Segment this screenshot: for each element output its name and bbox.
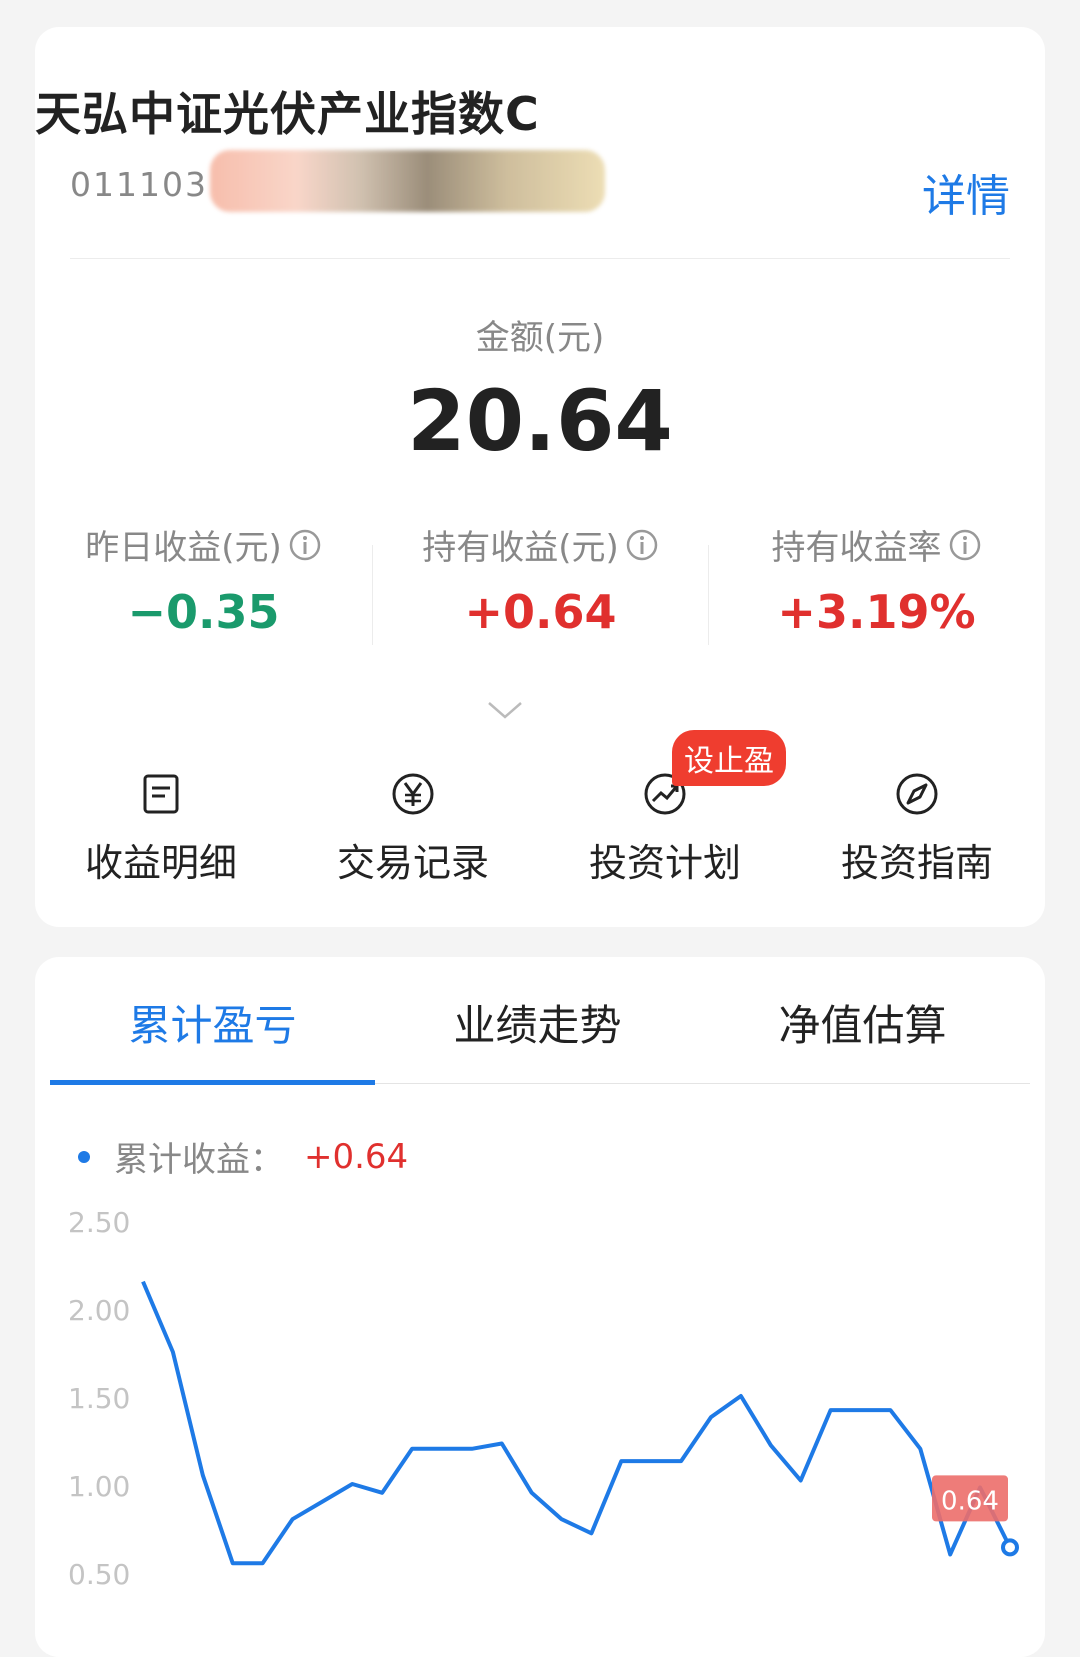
action-invest-guide[interactable]: 投资指南 [817,770,1017,887]
tab-cumulative-pnl[interactable]: 累计盈亏 [50,992,375,1053]
action-label: 交易记录 [336,841,489,885]
info-icon[interactable] [288,528,322,562]
cumulative-pnl-chart[interactable]: 2.50 2.00 1.50 1.00 0.50 0.64 [0,1180,1080,1620]
header-divider [70,258,1010,259]
active-tab-indicator [50,1080,375,1085]
fund-name: 天弘中证光伏产业指数C [35,87,540,141]
legend-label: 累计收益： [114,1140,284,1180]
legend-dot-icon [78,1150,90,1163]
series-line [141,1280,1012,1566]
take-profit-badge[interactable]: 设止盈 [672,730,786,786]
detail-link[interactable]: 详情 [922,160,1010,224]
value-tooltip-label: 0.64 [941,1486,999,1516]
action-label: 投资计划 [588,841,741,885]
tab-nav-estimate[interactable]: 净值估算 [700,992,1025,1053]
end-marker: 0.64 [932,1475,1019,1557]
tab-performance[interactable]: 业绩走势 [375,992,700,1053]
y-tick-label: 1.50 [68,1382,130,1415]
action-income-detail[interactable]: 收益明细 [61,770,261,887]
end-point [1001,1538,1019,1557]
action-invest-plan[interactable]: 投资计划 [565,770,765,887]
chevron-down-icon[interactable] [487,700,523,720]
stat-label: 持有收益率 [771,528,942,568]
amount-label: 金额(元) [475,318,605,358]
info-icon[interactable] [948,528,982,562]
stat-yesterday: 昨日收益(元) −0.35 [35,520,372,639]
stat-label: 昨日收益(元) [85,528,282,568]
yen-circle-icon [392,773,434,815]
stat-value: +0.64 [464,585,617,639]
document-icon [143,774,179,814]
info-icon[interactable] [625,528,659,562]
legend-value: +0.64 [304,1136,409,1177]
action-label: 投资指南 [840,841,993,885]
y-axis: 2.50 2.00 1.50 1.00 0.50 [68,1206,130,1591]
chart-legend: 累计收益： +0.64 [78,1132,408,1181]
stat-label: 持有收益(元) [422,528,619,568]
stat-value: −0.35 [127,585,280,639]
y-tick-label: 1.00 [68,1470,130,1503]
action-label: 收益明细 [84,841,237,885]
fund-code: 011103 [70,165,208,204]
y-tick-label: 2.00 [68,1294,130,1327]
y-tick-label: 0.50 [68,1558,130,1591]
stat-holding-rate: 持有收益率 +3.19% [708,520,1045,639]
amount-value: 20.64 [407,372,673,470]
stat-value: +3.19% [777,585,976,639]
action-trade-record[interactable]: 交易记录 [313,770,513,887]
compass-icon [896,773,938,815]
blurred-tag [210,150,605,212]
y-tick-label: 2.50 [68,1206,130,1239]
stat-holding: 持有收益(元) +0.64 [372,520,709,639]
